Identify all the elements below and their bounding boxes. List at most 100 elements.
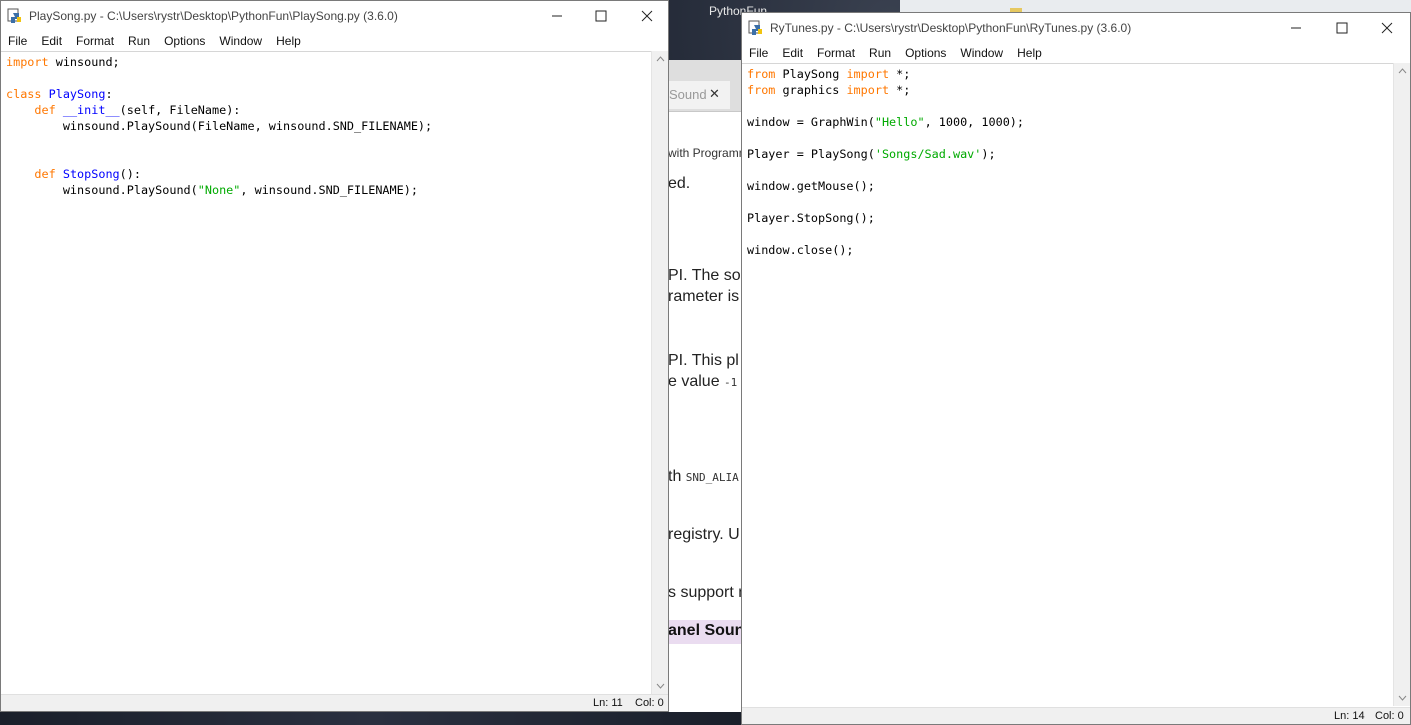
scroll-down-button[interactable] xyxy=(652,678,669,694)
page-heading: anel Sound xyxy=(668,620,742,644)
scroll-up-button[interactable] xyxy=(1394,63,1411,79)
code-line[interactable]: import winsound; xyxy=(6,54,651,70)
code-line[interactable] xyxy=(6,134,651,150)
code-token: winsound; xyxy=(48,55,120,69)
background-browser-window[interactable]: Sound ✕ with Programm ed. PI. The so ramet… xyxy=(668,60,742,712)
code-token: Player.StopSong(); xyxy=(747,211,875,225)
code-line[interactable]: from graphics import *; xyxy=(747,82,1393,98)
menu-bar: File Edit Format Run Options Window Help xyxy=(1,31,668,51)
maximize-button[interactable] xyxy=(1319,13,1365,43)
menu-item-help[interactable]: Help xyxy=(1010,43,1049,63)
menu-item-edit[interactable]: Edit xyxy=(34,31,69,51)
code-token: Player = PlaySong( xyxy=(747,147,875,161)
menu-item-format[interactable]: Format xyxy=(69,31,121,51)
title-bar[interactable]: PlaySong.py - C:\Users\rystr\Desktop\Pyt… xyxy=(1,1,668,31)
browser-tab[interactable]: Sound xyxy=(668,81,730,109)
browser-text-line: ed. xyxy=(668,175,691,192)
menu-item-window[interactable]: Window xyxy=(212,31,269,51)
code-line[interactable]: window.close(); xyxy=(747,242,1393,258)
name-token: __init__ xyxy=(62,103,120,117)
string-token: "None" xyxy=(197,183,241,197)
menu-item-edit[interactable]: Edit xyxy=(775,43,810,63)
menu-item-run[interactable]: Run xyxy=(862,43,898,63)
menu-item-options[interactable]: Options xyxy=(157,31,212,51)
tab-close-icon[interactable]: ✕ xyxy=(709,86,720,102)
scroll-up-button[interactable] xyxy=(652,51,669,67)
vertical-scrollbar[interactable] xyxy=(651,51,668,694)
close-icon xyxy=(1381,22,1393,34)
menu-item-file[interactable]: File xyxy=(1,31,34,51)
keyword-token: def xyxy=(34,167,56,181)
playsong-editor-window[interactable]: PlaySong.py - C:\Users\rystr\Desktop\Pyt… xyxy=(0,0,669,712)
column-number: Col: 0 xyxy=(635,697,664,709)
code-line[interactable] xyxy=(747,226,1393,242)
minimize-icon xyxy=(1291,27,1301,29)
menu-bar: File Edit Format Run Options Window Help xyxy=(742,43,1410,63)
code-line[interactable] xyxy=(747,130,1393,146)
code-line[interactable]: def StopSong(): xyxy=(6,166,651,182)
browser-text-line: rameter is xyxy=(668,288,740,305)
window-title: RyTunes.py - C:\Users\rystr\Desktop\Pyth… xyxy=(770,21,1132,35)
code-token: *; xyxy=(889,83,911,97)
code-line[interactable]: class PlaySong: xyxy=(6,86,651,102)
browser-text-line: PI. The so xyxy=(668,267,741,284)
minimize-button[interactable] xyxy=(1273,13,1319,43)
code-line[interactable]: from PlaySong import *; xyxy=(747,66,1393,82)
minimize-button[interactable] xyxy=(534,1,580,31)
bookmark-item[interactable]: with Programm xyxy=(668,146,742,160)
vertical-scrollbar[interactable] xyxy=(1393,63,1410,706)
keyword-token: def xyxy=(34,103,56,117)
code-token: winsound.PlaySound( xyxy=(6,183,198,197)
browser-text-line: PI. This pl xyxy=(668,352,739,369)
code-token: (): xyxy=(119,167,141,181)
menu-item-help[interactable]: Help xyxy=(269,31,308,51)
chevron-up-icon xyxy=(656,56,665,62)
keyword-token: import xyxy=(6,55,49,69)
keyword-token: from xyxy=(747,67,776,81)
browser-text-line: registry. U xyxy=(668,526,740,543)
browser-text-line: th SND_ALIA xyxy=(668,468,739,485)
keyword-token: import xyxy=(846,67,890,81)
chevron-up-icon xyxy=(1398,68,1407,74)
browser-text-line: e value -1 xyxy=(668,373,738,390)
code-line[interactable] xyxy=(747,98,1393,114)
string-token: 'Songs/Sad.wav' xyxy=(874,147,982,161)
menu-item-options[interactable]: Options xyxy=(898,43,953,63)
code-line[interactable] xyxy=(747,194,1393,210)
menu-item-run[interactable]: Run xyxy=(121,31,157,51)
keyword-token: from xyxy=(747,83,776,97)
keyword-token: import xyxy=(846,83,890,97)
code-token: *; xyxy=(889,67,911,81)
title-bar[interactable]: RyTunes.py - C:\Users\rystr\Desktop\Pyth… xyxy=(742,13,1410,43)
taskbar-edge xyxy=(0,712,741,725)
code-line[interactable]: Player = PlaySong('Songs/Sad.wav'); xyxy=(747,146,1393,162)
chevron-down-icon xyxy=(1398,695,1407,701)
scroll-down-button[interactable] xyxy=(1394,690,1411,706)
code-line[interactable] xyxy=(6,150,651,166)
menu-item-window[interactable]: Window xyxy=(953,43,1010,63)
code-line[interactable]: winsound.PlaySound(FileName, winsound.SN… xyxy=(6,118,651,134)
code-editor[interactable]: from PlaySong import *; from graphics imp… xyxy=(742,63,1393,706)
code-line[interactable] xyxy=(6,70,651,86)
code-line[interactable] xyxy=(747,162,1393,178)
code-line[interactable]: window = GraphWin("Hello", 1000, 1000); xyxy=(747,114,1393,130)
code-line[interactable]: def __init__(self, FileName): xyxy=(6,102,651,118)
close-button[interactable] xyxy=(624,1,670,31)
code-line[interactable]: Player.StopSong(); xyxy=(747,210,1393,226)
code-line[interactable]: window.getMouse(); xyxy=(747,178,1393,194)
code-token: , 1000, 1000); xyxy=(924,115,1024,129)
menu-item-file[interactable]: File xyxy=(742,43,775,63)
maximize-button[interactable] xyxy=(578,1,624,31)
close-icon xyxy=(641,10,653,22)
window-title: PlaySong.py - C:\Users\rystr\Desktop\Pyt… xyxy=(29,9,398,23)
menu-item-format[interactable]: Format xyxy=(810,43,862,63)
code-line[interactable]: winsound.PlaySound("None", winsound.SND_… xyxy=(6,182,651,198)
rytunes-editor-window[interactable]: RyTunes.py - C:\Users\rystr\Desktop\Pyth… xyxy=(741,12,1411,725)
minimize-icon xyxy=(552,15,562,17)
code-editor[interactable]: import winsound; class PlaySong: def __in… xyxy=(1,51,651,694)
close-button[interactable] xyxy=(1364,13,1410,43)
